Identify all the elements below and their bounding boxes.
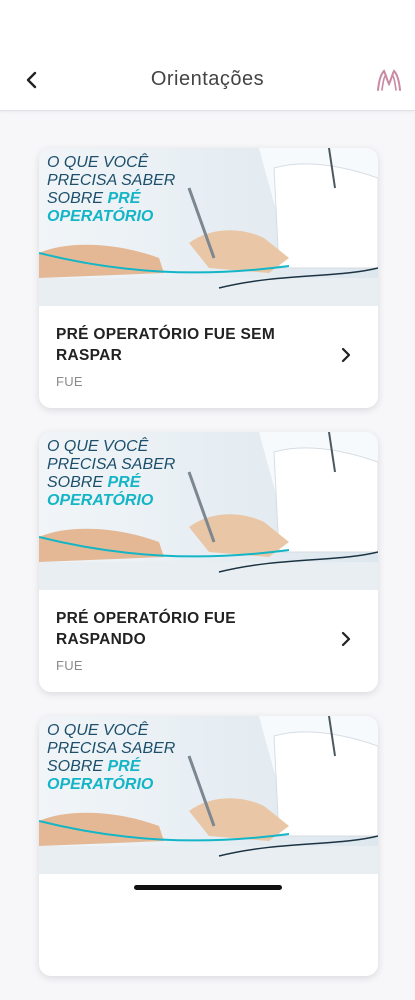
banner-caption: O QUE VOCÊ PRECISA SABER SOBRE PRÉ OPERA… [47, 722, 176, 793]
home-indicator[interactable] [134, 885, 282, 890]
card-banner-image: O QUE VOCÊ PRECISA SABER SOBRE PRÉ OPERA… [39, 148, 378, 306]
banner-caption: O QUE VOCÊ PRECISA SABER SOBRE PRÉ OPERA… [47, 438, 176, 509]
guidance-card[interactable]: O QUE VOCÊ PRECISA SABER SOBRE PRÉ OPERA… [39, 432, 378, 692]
chevron-right-icon [341, 347, 351, 363]
card-banner-image: O QUE VOCÊ PRECISA SABER SOBRE PRÉ OPERA… [39, 716, 378, 874]
app-header: Orientações [0, 0, 415, 111]
banner-caption: O QUE VOCÊ PRECISA SABER SOBRE PRÉ OPERA… [47, 154, 176, 225]
guidance-card[interactable]: O QUE VOCÊ PRECISA SABER SOBRE PRÉ OPERA… [39, 148, 378, 408]
chevron-right-icon [341, 631, 351, 647]
card-category: FUE [56, 658, 83, 673]
card-title: PRÉ OPERATÓRIO FUE RASPANDO [56, 610, 236, 648]
guidance-card[interactable]: O QUE VOCÊ PRECISA SABER SOBRE PRÉ OPERA… [39, 716, 378, 976]
card-category: FUE [56, 374, 83, 389]
page-title: Orientações [150, 68, 265, 90]
card-title: PRÉ OPERATÓRIO FUE SEM RASPAR [56, 326, 276, 364]
clinic-logo-icon[interactable] [375, 66, 403, 94]
card-banner-image: O QUE VOCÊ PRECISA SABER SOBRE PRÉ OPERA… [39, 432, 378, 590]
guidance-list: O QUE VOCÊ PRECISA SABER SOBRE PRÉ OPERA… [39, 148, 378, 1000]
